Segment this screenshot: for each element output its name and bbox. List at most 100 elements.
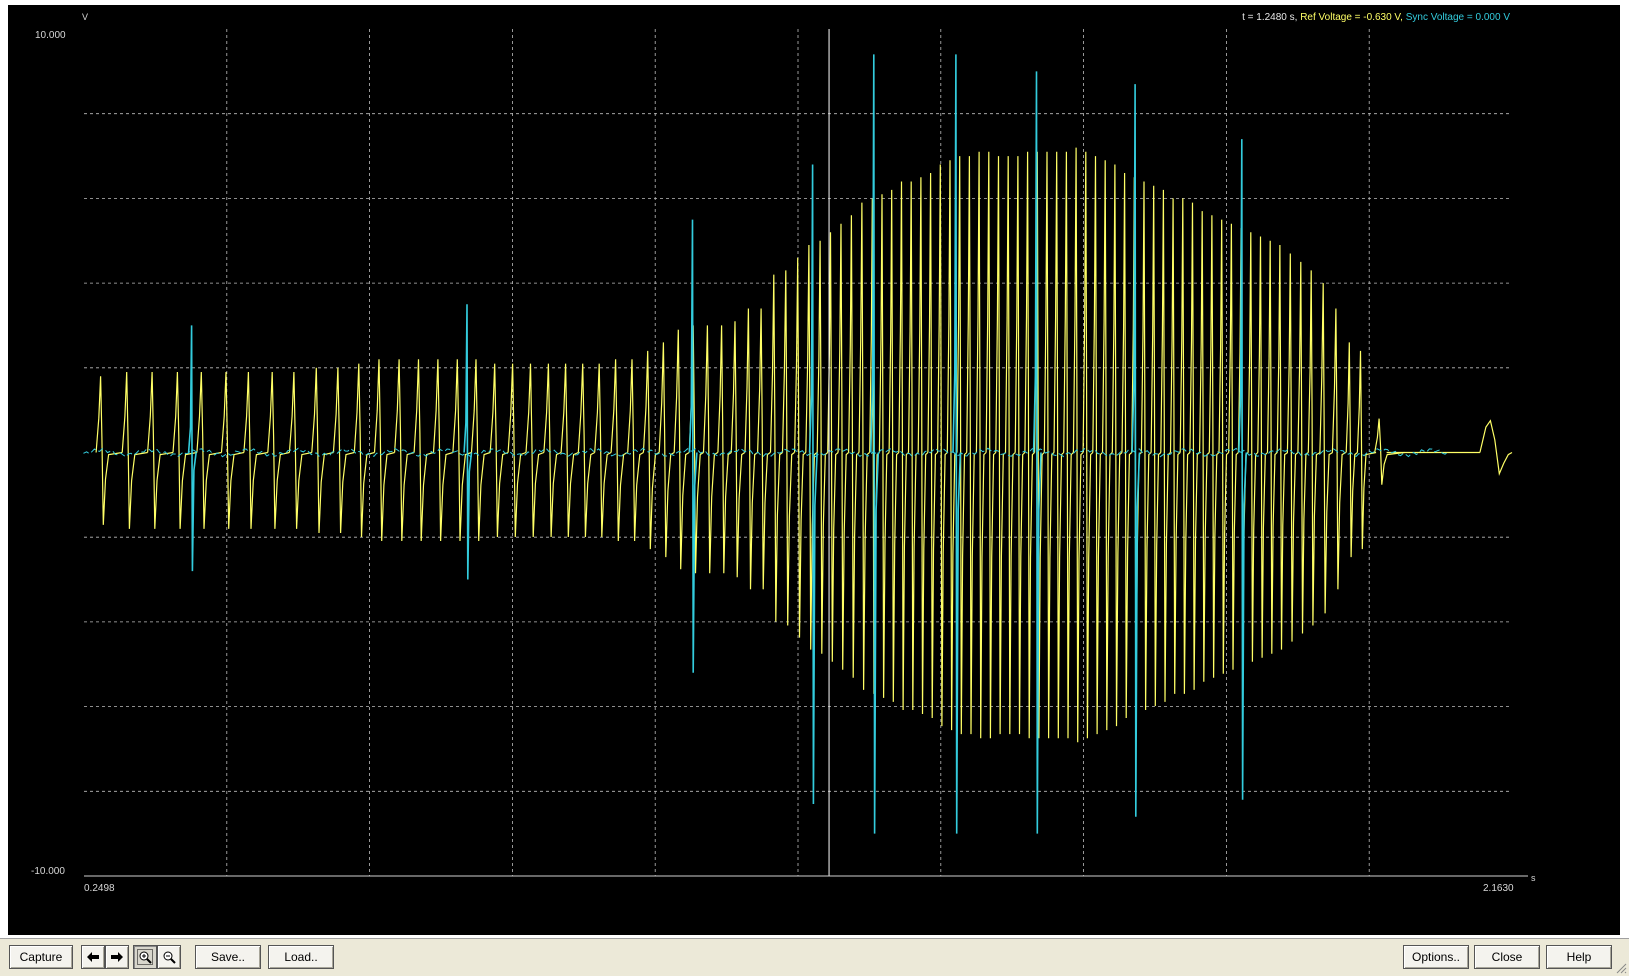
ref-pulse [1053, 151, 1065, 739]
ref-pulse [1140, 181, 1152, 711]
sync-spike [688, 219, 698, 673]
ref-pulse [658, 342, 675, 558]
ref-pulse [147, 371, 174, 529]
prev-button[interactable] [81, 945, 105, 969]
zoom-in-button[interactable] [133, 945, 157, 969]
ref-pulse [781, 270, 795, 626]
sync-spike [463, 304, 473, 580]
sync-spike [187, 325, 197, 572]
sync-spike [870, 54, 880, 834]
ref-voltage-trace [95, 147, 1513, 743]
ref-pulse [1199, 211, 1210, 682]
sync-spike [1238, 139, 1248, 800]
zoom-in-icon [137, 949, 153, 965]
load-button[interactable]: Load.. [268, 945, 334, 969]
x-unit-label: s [1531, 873, 1536, 883]
ref-pulse [985, 151, 997, 739]
ref-pulse [1218, 219, 1230, 674]
ref-pulse [1179, 198, 1191, 694]
ref-pulse [702, 325, 719, 574]
ref-pulse [543, 363, 562, 538]
ref-pulse [121, 371, 148, 529]
ref-pulse [1247, 232, 1259, 662]
close-button[interactable]: Close [1474, 945, 1540, 969]
ref-pulse [730, 321, 746, 578]
waveform-plot[interactable]: 10.000 -10.000 V 0.2498 2.1630 s t = 1.2… [8, 5, 1620, 935]
x-min-label: 0.2498 [84, 883, 115, 894]
sync-spike [808, 164, 818, 805]
ref-pulse [995, 156, 1006, 735]
y-unit-label: V [82, 12, 88, 22]
ref-pulse [1092, 156, 1103, 735]
ref-pulse [858, 202, 870, 690]
ref-pulse [1208, 215, 1220, 678]
ref-pulse [1257, 236, 1268, 658]
ref-pulse [1286, 253, 1299, 642]
ref-pulse [1345, 342, 1358, 558]
ref-pulse [373, 359, 395, 542]
ref-pulse [1189, 202, 1201, 690]
ref-pulse [794, 257, 807, 638]
ref-pulse [717, 325, 732, 574]
ref-pulse [1356, 350, 1377, 550]
ref-pulse [927, 172, 939, 719]
ref-pulse [1307, 270, 1321, 626]
help-button[interactable]: Help [1546, 945, 1612, 969]
ref-pulse [1276, 244, 1289, 650]
ref-decay-bump [1479, 419, 1513, 476]
ref-pulse [610, 359, 628, 542]
capture-button[interactable]: Capture [9, 945, 73, 969]
ref-pulse [1101, 160, 1113, 731]
arrow-left-icon [87, 952, 99, 962]
scope-display[interactable]: 10.000 -10.000 V 0.2498 2.1630 s t = 1.2… [8, 5, 1620, 935]
ref-pulse [267, 371, 290, 529]
ref-pulse [1228, 223, 1239, 670]
y-min-label: -10.000 [31, 866, 65, 877]
zoom-out-icon [163, 951, 176, 964]
readout-ref-voltage: Ref Voltage = -0.630 V, [1297, 12, 1403, 23]
ref-pulse [1111, 164, 1123, 727]
ref-pulse [816, 240, 829, 654]
y-max-label: 10.000 [35, 30, 66, 41]
ref-pulse [975, 151, 987, 739]
ref-pulse [1150, 185, 1162, 707]
ref-pulse [848, 215, 860, 678]
ref-pulse [1082, 151, 1094, 739]
ref-pulse [311, 367, 334, 534]
next-button[interactable] [105, 945, 129, 969]
ref-pulse [1266, 240, 1278, 654]
ref-pulse [1004, 156, 1016, 735]
sync-voltage-trace [83, 54, 1448, 834]
x-max-label: 2.1630 [1483, 883, 1514, 894]
arrow-right-icon [111, 952, 123, 962]
zoom-out-button[interactable] [157, 945, 181, 969]
ref-pulse [1169, 198, 1181, 694]
ref-pulse [413, 359, 434, 542]
ref-pulse [837, 223, 849, 670]
ref-pulse [353, 363, 375, 538]
ref-pulse [878, 194, 890, 698]
ref-pulse [1072, 147, 1084, 743]
ref-pulse [1319, 283, 1333, 614]
ref-pulse [1160, 189, 1171, 702]
resize-grip-icon[interactable] [1615, 962, 1627, 974]
ref-pulse [956, 156, 968, 735]
bottom-toolbar: Capture Save.. Load.. Options.. Close He… [0, 938, 1629, 976]
ref-pulse [1374, 418, 1405, 485]
cursor-readout: t = 1.2480 s, Ref Voltage = -0.630 V, Sy… [1242, 12, 1510, 23]
ref-pulse [470, 359, 491, 542]
ref-pulse [1043, 151, 1055, 739]
ref-pulse [744, 308, 758, 590]
ref-pulse [1063, 151, 1074, 739]
ref-pulse [1121, 172, 1133, 719]
ref-pulse [1014, 156, 1026, 735]
ref-pulse [220, 371, 245, 529]
ref-pulse [1297, 261, 1309, 634]
save-button[interactable]: Save.. [195, 945, 261, 969]
options-button[interactable]: Options.. [1403, 945, 1469, 969]
ref-pulse [888, 189, 900, 702]
ref-pulse [757, 308, 771, 590]
ref-pulse [507, 363, 527, 538]
ref-pulse [907, 181, 919, 711]
ref-pulse [937, 164, 948, 727]
